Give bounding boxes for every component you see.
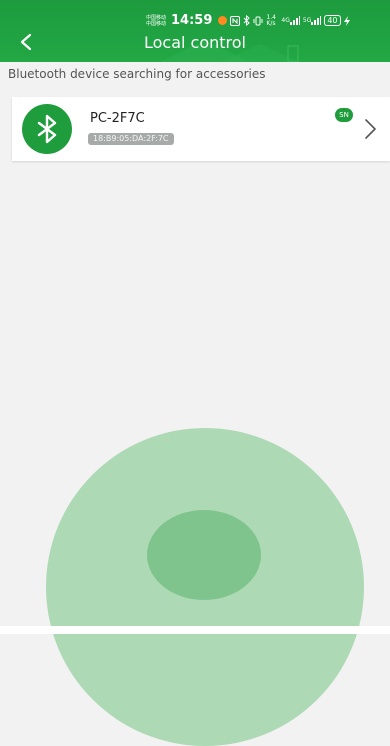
- page-title: Local control: [143, 33, 246, 52]
- signal-2-icon: 5G: [302, 16, 322, 25]
- scan-outer-circle: [46, 428, 364, 746]
- vibrate-icon: [253, 16, 263, 26]
- header-decoration: [160, 40, 300, 62]
- device-list-item[interactable]: PC-2F7C 18:B9:05:DA:2F:7C SN: [12, 97, 390, 161]
- status-bar: 中国移动 中国移动 14:59 1.4 K/s 4G 5G 40: [146, 13, 350, 28]
- net-speed: 1.4 K/s: [266, 13, 276, 27]
- chevron-right-icon[interactable]: [361, 117, 381, 141]
- app-header: 中国移动 中国移动 14:59 1.4 K/s 4G 5G 40 Local c…: [0, 0, 390, 62]
- battery-level: 40: [327, 16, 338, 25]
- scan-animation: [0, 0, 390, 746]
- nfc-icon: [230, 15, 241, 26]
- carrier-labels: 中国移动 中国移动: [146, 15, 166, 27]
- device-name: PC-2F7C: [90, 111, 145, 126]
- notification-icon: [218, 16, 228, 25]
- charging-icon: [343, 15, 350, 26]
- bottom-bar: [0, 626, 390, 634]
- scan-inner-circle: [147, 510, 261, 600]
- battery-icon: 40: [324, 15, 341, 26]
- device-mac-address: 18:B9:05:DA:2F:7C: [88, 133, 174, 145]
- bluetooth-status-icon: [243, 15, 251, 26]
- sn-badge: SN: [335, 108, 353, 122]
- signal-1-label: 4G: [281, 17, 290, 24]
- status-time: 14:59: [171, 13, 213, 28]
- signal-2-label: 5G: [302, 17, 312, 24]
- bluetooth-device-icon: [22, 104, 72, 154]
- search-status-text: Bluetooth device searching for accessori…: [8, 67, 266, 81]
- signal-1-icon: 4G: [281, 16, 300, 25]
- carrier-2: 中国移动: [146, 20, 167, 27]
